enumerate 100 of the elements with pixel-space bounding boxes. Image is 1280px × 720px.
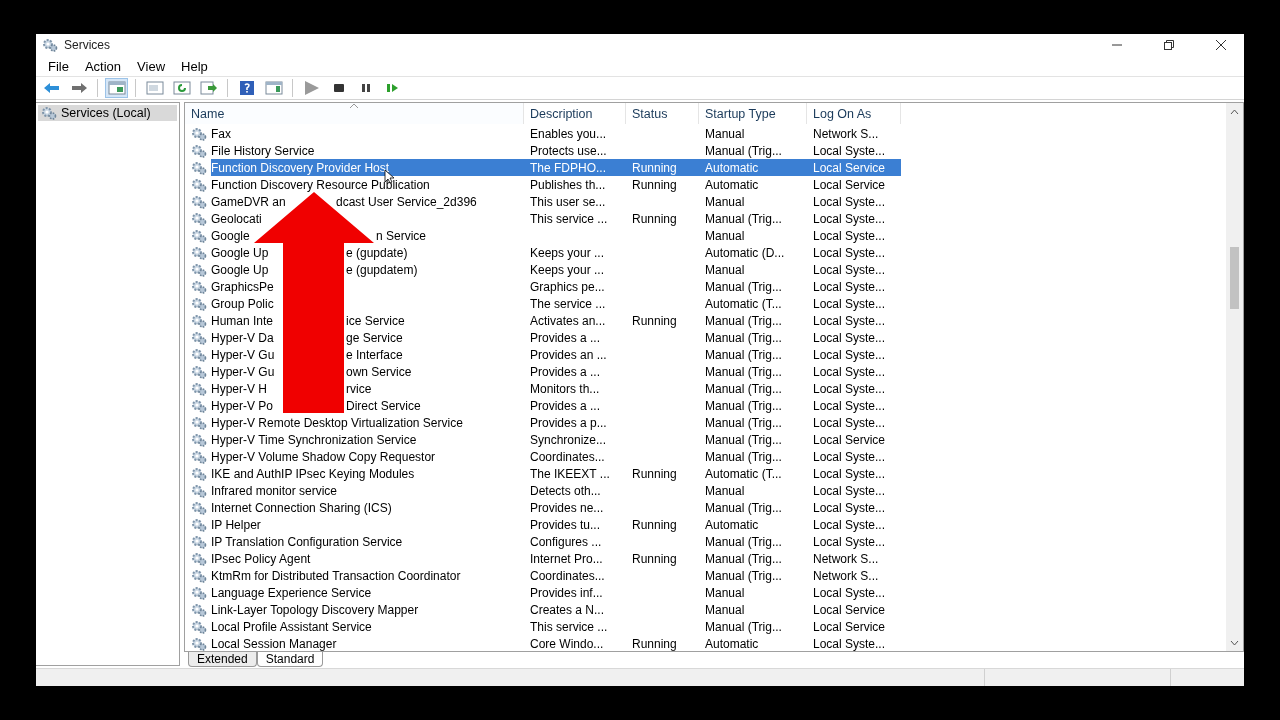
table-cell: Local Syste... [813, 194, 886, 209]
table-row[interactable]: Hyper-V H rvice Monitors th... Manual (Trig... Local Syste... [211, 380, 901, 397]
back-icon [42, 80, 61, 96]
service-name: IPsec Policy Agent [211, 551, 311, 566]
window-title: Services [64, 38, 110, 52]
gear-icon [191, 126, 207, 141]
table-cell: Running [632, 517, 677, 532]
table-cell: Local Syste... [813, 279, 886, 294]
table-row[interactable]: Hyper-V Da ge Service Provides a ... Manual (Trig... Local Syste... [211, 329, 901, 346]
column-header[interactable]: Description [524, 103, 626, 124]
menu-item[interactable]: File [40, 58, 77, 74]
table-row[interactable]: Human Inte ice Service Activates an... Running Manual (Trig... Local Syste... [211, 312, 901, 329]
table-row[interactable]: IP Helper Provides tu... Running Automatic Local Syste... [211, 516, 901, 533]
table-row[interactable]: Hyper-V Remote Desktop Virtualization Service Provides a p... Manual (Trig... Local Syste... [211, 414, 901, 431]
help-icon [237, 80, 256, 96]
table-row[interactable]: Geolocati This service ... Running Manual (Trig... Local Syste... [211, 210, 901, 227]
table-cell: Network S... [813, 551, 879, 566]
service-name: Hyper-V Po [211, 398, 274, 413]
table-row[interactable]: Language Experience Service Provides inf... Manual Local Syste... [211, 584, 901, 601]
table-row[interactable]: Hyper-V Time Synchronization Service Synchronize... Manual (Trig... Local Service [211, 431, 901, 448]
scroll-down-icon[interactable] [1230, 639, 1239, 646]
table-cell: Creates a N... [530, 602, 605, 617]
service-name: ice Service [346, 312, 405, 329]
table-cell: Manual (Trig... [705, 551, 782, 566]
service-name: Hyper-V Da [211, 330, 274, 345]
service-name: Internet Connection Sharing (ICS) [211, 500, 392, 515]
scroll-up-icon[interactable] [1230, 108, 1239, 115]
action-pane-button[interactable] [262, 78, 285, 98]
service-name: Local Profile Assistant Service [211, 619, 372, 634]
table-cell: Manual (Trig... [705, 398, 782, 413]
table-row[interactable]: Hyper-V Po Direct Service Provides a ... Manual (Trig... Local Syste... [211, 397, 901, 414]
table-row[interactable]: Fax Enables you... Manual Network S... [211, 125, 901, 142]
table-row[interactable]: GraphicsPe Graphics pe... Manual (Trig... Local Syste... [211, 278, 901, 295]
gear-icon [191, 534, 207, 549]
table-cell: Keeps your ... [530, 245, 605, 260]
column-header[interactable]: Log On As [807, 103, 901, 124]
table-row[interactable]: Google Up e (gupdatem) Keeps your ... Manual Local Syste... [211, 261, 901, 278]
table-row[interactable]: IP Translation Configuration Service Configures ... Manual (Trig... Local Syste... [211, 533, 901, 550]
service-name: Google Up [211, 262, 269, 277]
table-row[interactable]: Local Session Manager Core Windo... Running Automatic Local Syste... [211, 635, 901, 651]
table-cell: Local Syste... [813, 466, 886, 481]
table-cell: Running [632, 636, 677, 651]
service-name: Group Polic [211, 296, 274, 311]
table-cell: Coordinates... [530, 568, 605, 583]
menu-item[interactable]: Action [76, 58, 130, 74]
table-cell: Manual (Trig... [705, 347, 782, 362]
tree-item-label: Services (Local) [61, 106, 151, 120]
gear-icon [191, 313, 207, 328]
gear-icon [191, 636, 207, 651]
table-row[interactable]: Local Profile Assistant Service This service ... Manual (Trig... Local Service [211, 618, 901, 635]
view-tab[interactable]: Standard [256, 652, 324, 667]
export-icon [199, 80, 218, 96]
table-row[interactable]: Group Polic The service ... Automatic (T... Local Syste... [211, 295, 901, 312]
table-row[interactable]: Google n Service Manual Local Syste... [211, 227, 901, 244]
gear-icon [191, 211, 207, 226]
gear-icon [191, 160, 207, 175]
table-cell: Local Syste... [813, 262, 886, 277]
column-header[interactable]: Name [185, 103, 524, 124]
gear-icon [191, 517, 207, 532]
table-row[interactable]: IKE and AuthIP IPsec Keying Modules The IKEEXT ... Running Automatic (T... Local Syste... [211, 465, 901, 482]
table-row[interactable]: Hyper-V Gu own Service Provides a ... Manual (Trig... Local Syste... [211, 363, 901, 380]
tree-item[interactable]: Services (Local) [38, 105, 177, 121]
table-cell: This user se... [530, 194, 606, 209]
scrollbar-thumb[interactable] [1230, 247, 1239, 309]
table-cell: Activates an... [530, 313, 606, 328]
table-row[interactable]: KtmRm for Distributed Transaction Coordinator Coordinates... Manual (Trig... Network S... [211, 567, 901, 584]
table-row[interactable]: Internet Connection Sharing (ICS) Provides ne... Manual (Trig... Local Syste... [211, 499, 901, 516]
column-header[interactable]: Status [626, 103, 699, 124]
refresh-icon [172, 80, 191, 96]
gear-icon [191, 568, 207, 583]
view-tab[interactable]: Extended [188, 652, 257, 667]
table-row[interactable]: Function Discovery Provider Host The FDPHO... Running Automatic Local Service [211, 159, 901, 176]
gear-icon [191, 398, 207, 413]
table-row[interactable]: Infrared monitor service Detects oth... Manual Local Syste... [211, 482, 901, 499]
table-row[interactable]: Link-Layer Topology Discovery Mapper Creates a N... Manual Local Service [211, 601, 901, 618]
table-row[interactable]: File History Service Protects use... Manual (Trig... Local Syste... [211, 142, 901, 159]
gear-icon [191, 551, 207, 566]
scrollbar[interactable] [1226, 103, 1243, 651]
gear-icon [191, 415, 207, 430]
menu-item[interactable]: View [129, 58, 174, 74]
table-cell: The service ... [530, 296, 606, 311]
table-cell: Manual (Trig... [705, 534, 782, 549]
console-tree-button[interactable] [105, 78, 128, 98]
table-row[interactable]: GameDVR an dcast User Service_2d396 This user se... Manual Local Syste... [211, 193, 901, 210]
gear-icon [191, 585, 207, 600]
table-cell: Local Syste... [813, 449, 886, 464]
refresh-button[interactable] [170, 78, 193, 98]
service-name: Direct Service [346, 397, 421, 414]
gear-icon [191, 449, 207, 464]
export-button[interactable] [197, 78, 220, 98]
table-row[interactable]: IPsec Policy Agent Internet Pro... Running Manual (Trig... Network S... [211, 550, 901, 567]
table-row[interactable]: Hyper-V Gu e Interface Provides an ... Manual (Trig... Local Syste... [211, 346, 901, 363]
table-row[interactable]: Google Up e (gupdate) Keeps your ... Automatic (D... Local Syste... [211, 244, 901, 261]
gear-icon [191, 296, 207, 311]
gear-icon [191, 500, 207, 515]
column-header[interactable]: Startup Type [699, 103, 807, 124]
table-cell: Local Syste... [813, 517, 886, 532]
table-row[interactable]: Hyper-V Volume Shadow Copy Requestor Coordinates... Manual (Trig... Local Syste... [211, 448, 901, 465]
table-row[interactable]: Function Discovery Resource Publication Publishes th... Running Automatic Local Service [211, 176, 901, 193]
menu-item[interactable]: Help [173, 58, 216, 74]
